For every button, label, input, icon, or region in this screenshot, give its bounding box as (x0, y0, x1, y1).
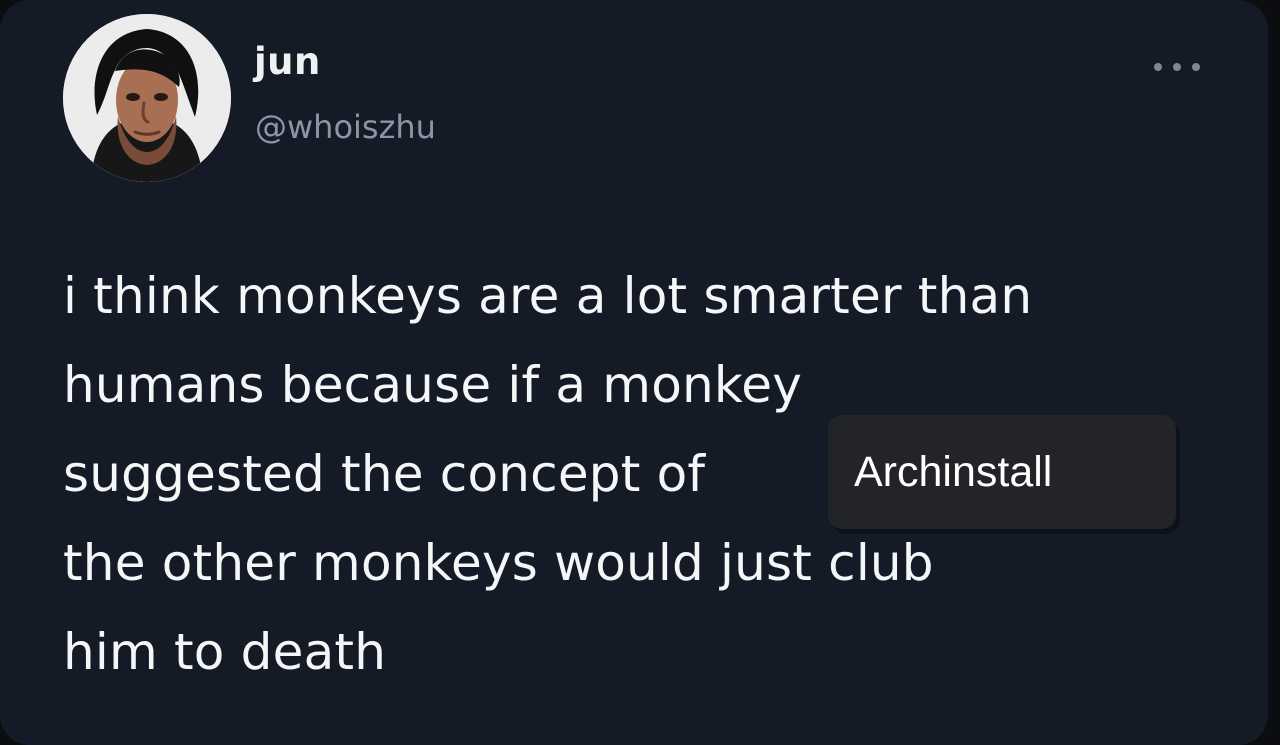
display-name[interactable]: jun (254, 40, 321, 100)
tweet-text-line: the other monkeys would just club (63, 534, 934, 592)
more-options-dot (1173, 63, 1181, 71)
archinstall-overlay-label: Archinstall (828, 415, 1176, 529)
more-options-icon[interactable] (1154, 58, 1200, 76)
avatar[interactable] (63, 14, 231, 182)
tweet-text-line: him to death (63, 623, 387, 681)
profile-photo-icon (63, 14, 231, 182)
tweet-card: jun @whoiszhu i think monkeys are a lot … (0, 0, 1268, 745)
more-options-dot (1192, 63, 1200, 71)
user-handle[interactable]: @whoiszhu (255, 108, 436, 156)
tweet-text-line: i think monkeys are a lot smarter than (63, 267, 1033, 325)
more-options-dot (1154, 63, 1162, 71)
